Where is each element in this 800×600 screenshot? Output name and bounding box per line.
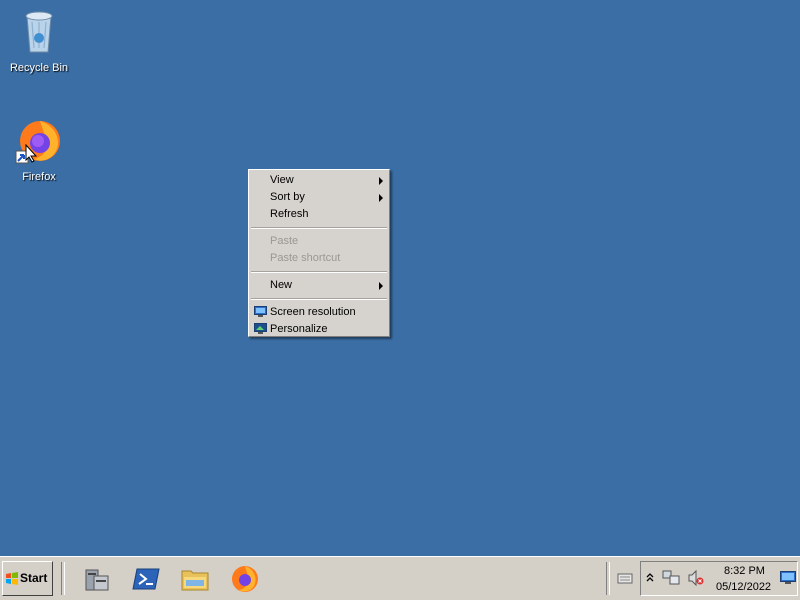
menu-item-paste: Paste (249, 233, 389, 250)
menu-item-paste-shortcut: Paste shortcut (249, 250, 389, 267)
menu-item-view[interactable]: View (249, 172, 389, 189)
volume-muted-icon[interactable] (688, 570, 704, 586)
clock-time[interactable]: 8:32 PM (724, 565, 765, 577)
submenu-arrow-icon (379, 177, 383, 185)
file-explorer-icon[interactable] (180, 564, 210, 594)
server-manager-icon[interactable] (82, 564, 112, 594)
menu-item-label: Screen resolution (270, 306, 356, 318)
show-hidden-icons-arrow[interactable] (646, 572, 654, 582)
personalize-icon (254, 323, 267, 334)
desktop-icon-firefox[interactable]: Firefox (1, 117, 77, 183)
firefox-icon (15, 121, 60, 164)
submenu-arrow-icon (379, 194, 383, 202)
firefox-icon[interactable] (230, 564, 260, 594)
mouse-cursor-icon (25, 144, 37, 163)
network-icon[interactable] (662, 570, 680, 586)
monitor-icon (254, 306, 267, 317)
menu-separator (251, 227, 387, 229)
clock-date[interactable]: 05/12/2022 (716, 581, 771, 593)
desktop-context-menu: View Sort by Refresh Paste Paste shortcu… (248, 169, 390, 337)
menu-item-refresh[interactable]: Refresh (249, 206, 389, 223)
menu-item-label: Paste (270, 235, 299, 247)
menu-item-sort-by[interactable]: Sort by (249, 189, 389, 206)
windows-logo-icon (6, 572, 18, 585)
start-button[interactable]: Start (2, 561, 53, 596)
menu-item-new[interactable]: New (249, 277, 389, 294)
submenu-arrow-icon (379, 282, 383, 290)
menu-item-personalize[interactable]: Personalize (249, 321, 389, 338)
show-desktop-icon[interactable] (780, 571, 796, 585)
menu-item-label: Refresh (270, 208, 309, 220)
menu-item-label: New (270, 279, 293, 291)
taskbar-separator (606, 562, 610, 595)
menu-item-screen-resolution[interactable]: Screen resolution (249, 304, 389, 321)
firefox-label: Firefox (22, 171, 56, 183)
menu-item-label: View (270, 174, 294, 186)
menu-separator (251, 271, 387, 273)
powershell-icon[interactable] (131, 564, 161, 594)
menu-item-label: Personalize (270, 323, 328, 335)
keyboard-icon[interactable] (617, 571, 633, 585)
menu-separator (251, 298, 387, 300)
menu-item-label: Sort by (270, 191, 305, 203)
taskbar: Start (0, 556, 800, 600)
desktop-icon-recycle-bin[interactable]: Recycle Bin (1, 6, 77, 74)
recycle-bin-label: Recycle Bin (9, 62, 69, 74)
menu-item-label: Paste shortcut (270, 252, 341, 264)
start-label: Start (20, 571, 48, 585)
taskbar-separator (61, 562, 65, 595)
recycle-bin-icon (25, 11, 53, 53)
